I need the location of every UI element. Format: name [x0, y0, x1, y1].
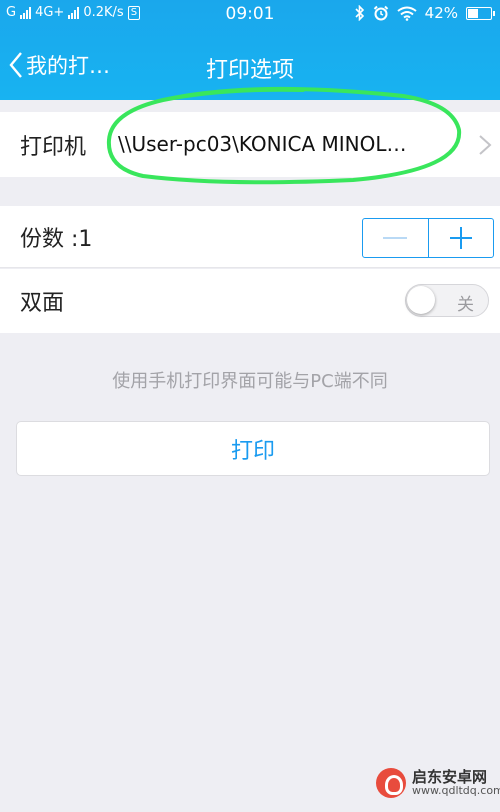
alarm-icon [373, 5, 388, 21]
page-title: 打印选项 [205, 58, 294, 83]
printer-value: \\User-pc03\KONICA MINOL… [118, 132, 407, 156]
status-right: 42% [355, 4, 495, 22]
watermark-text: 启东安卓网 www.qdltdq.com [412, 769, 500, 798]
battery-percent: 42% [424, 4, 458, 22]
wifi-icon [397, 6, 417, 21]
duplex-toggle[interactable]: 关 [405, 284, 489, 317]
duplex-label: 双面 [20, 291, 65, 316]
duplex-row: 双面 关 [0, 269, 500, 333]
decrement-button[interactable] [363, 219, 428, 257]
nav-bar: 我的打… 打印选项 [0, 30, 500, 100]
watermark-name: 启东安卓网 [412, 767, 488, 786]
bluetooth-icon [355, 5, 364, 21]
copies-label: 份数 :1 [20, 226, 93, 252]
minus-icon [383, 237, 408, 239]
status-bar: G 4G+ 0.2K/s S 09:01 42% [0, 0, 500, 30]
copies-row: 份数 :1 [0, 206, 500, 268]
plus-icon [449, 227, 472, 249]
watermark-url: www.qdltdq.com [412, 784, 500, 798]
copies-stepper [362, 218, 494, 258]
watermark: 启东安卓网 www.qdltdq.com [376, 768, 500, 798]
toggle-state-text: 关 [457, 295, 474, 315]
watermark-logo-icon [376, 768, 406, 798]
hint-text: 使用手机打印界面可能与PC端不同 [112, 371, 388, 392]
printer-row[interactable]: 打印机 \\User-pc03\KONICA MINOL… [0, 112, 500, 177]
increment-button[interactable] [427, 219, 494, 257]
chevron-right-icon [479, 135, 492, 155]
toggle-knob [407, 286, 435, 314]
battery-icon [466, 6, 495, 20]
app-header: G 4G+ 0.2K/s S 09:01 42% 我的打… 打印选项 [0, 0, 500, 100]
printer-label: 打印机 [20, 134, 87, 160]
print-button[interactable]: 打印 [16, 421, 490, 476]
